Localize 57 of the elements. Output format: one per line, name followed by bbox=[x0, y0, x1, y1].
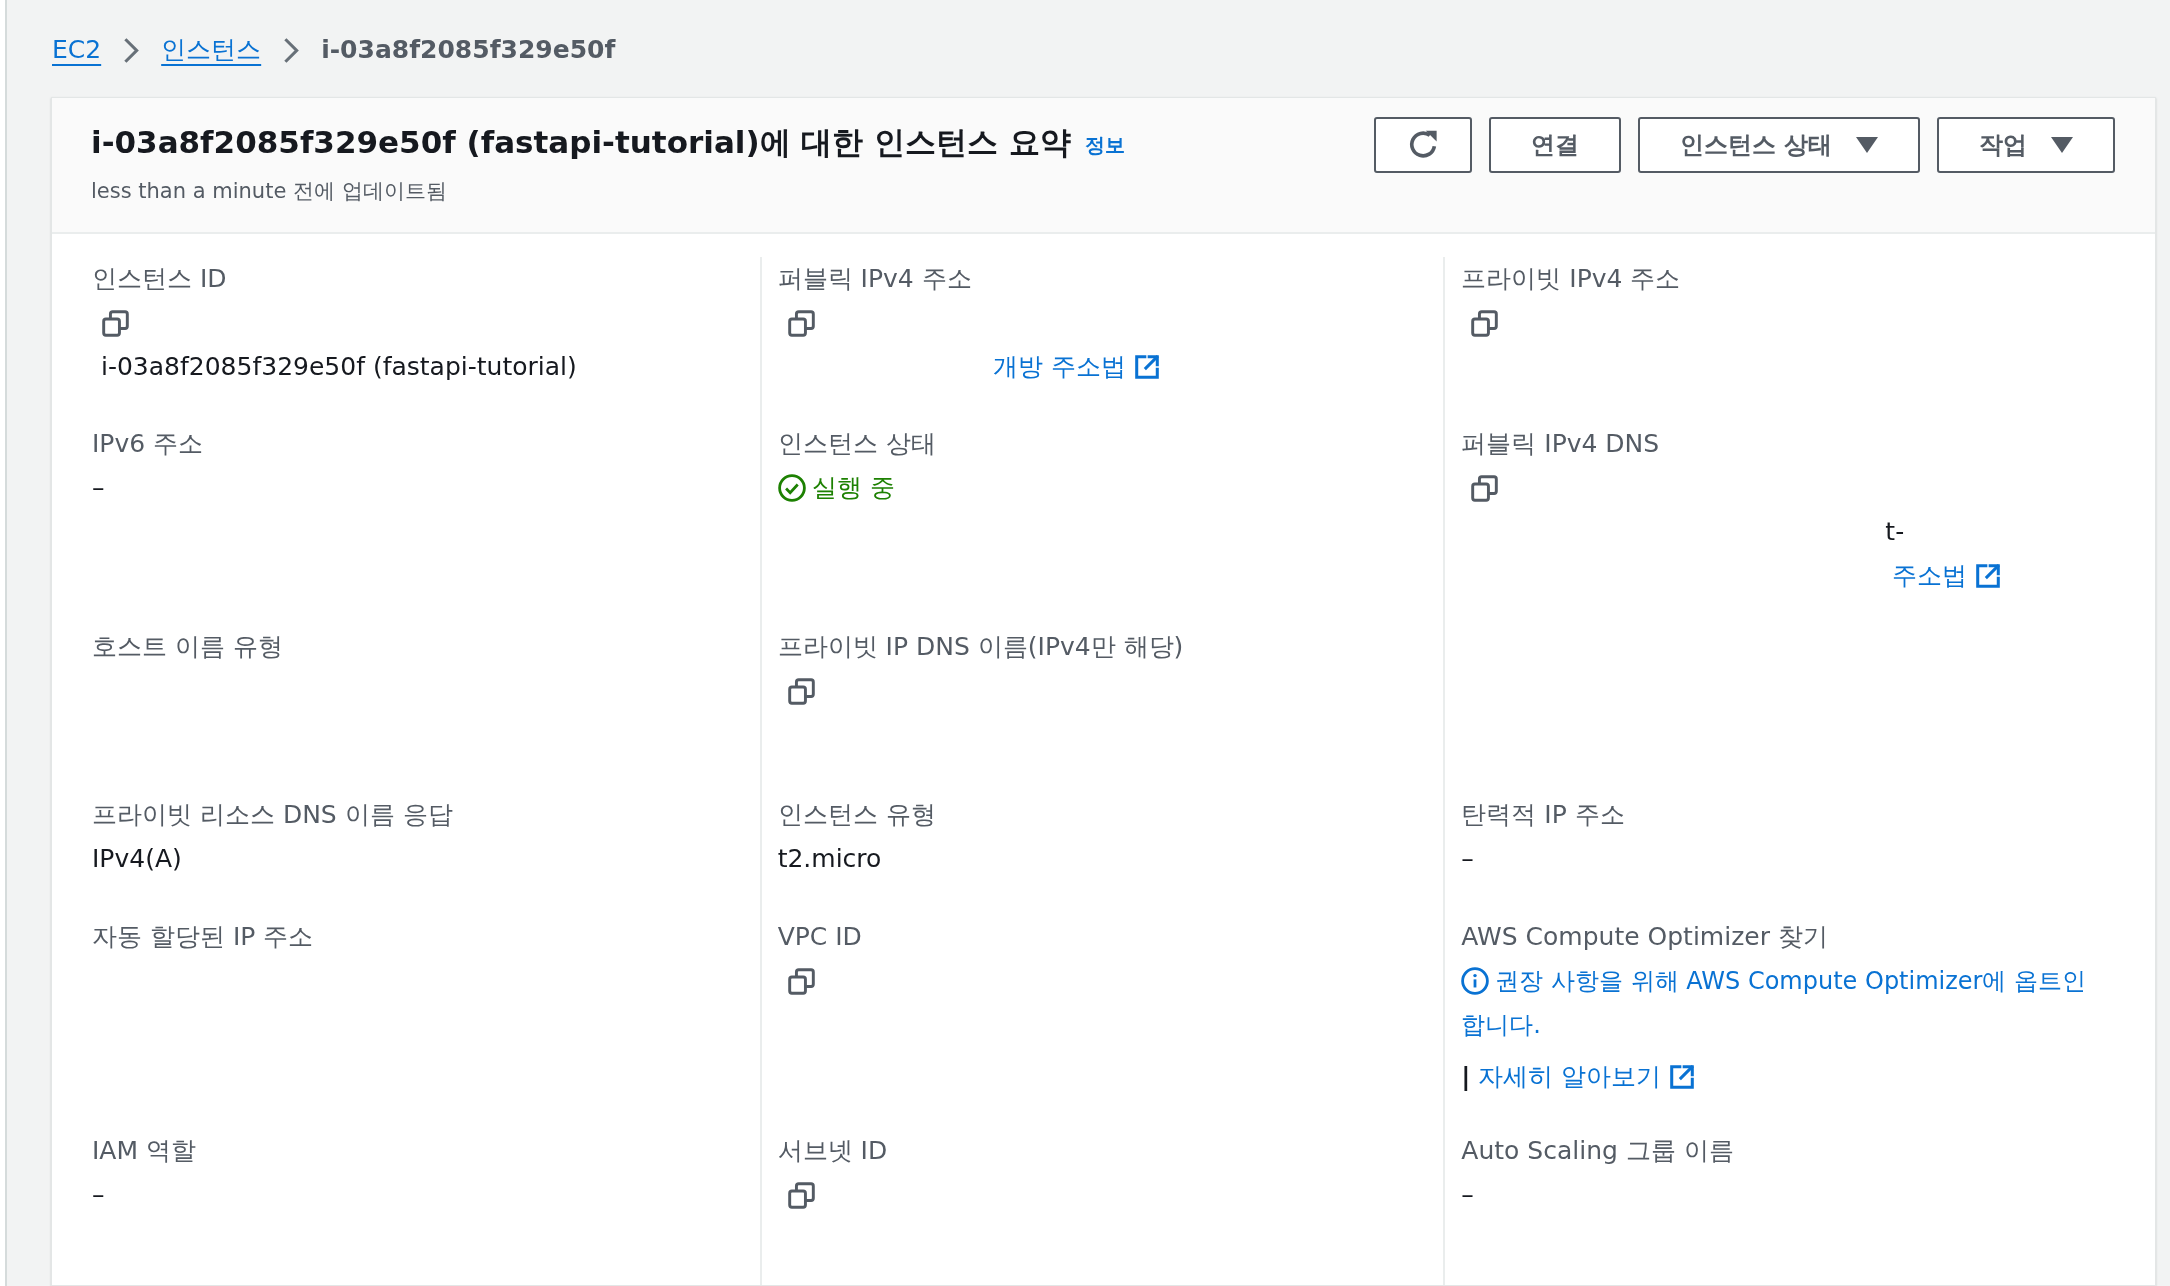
copy-icon[interactable] bbox=[787, 967, 815, 995]
field-label: 프라이빗 리소스 DNS 이름 응답 bbox=[92, 799, 453, 832]
field-value: t2.micro bbox=[777, 843, 882, 876]
field-label: 퍼블릭 IPv4 주소 bbox=[777, 263, 972, 296]
copy-icon[interactable] bbox=[102, 309, 129, 337]
chevron-right-icon bbox=[283, 36, 300, 64]
copy-icon[interactable] bbox=[1471, 309, 1499, 337]
chevron-right-icon bbox=[123, 36, 140, 64]
field-label: 탄력적 IP 주소 bbox=[1461, 799, 1625, 832]
separator-text: | bbox=[1461, 1061, 1471, 1094]
dropdown-button[interactable]: 인스턴스 상태 bbox=[1637, 117, 1920, 173]
field-value: t- bbox=[1885, 516, 1905, 549]
field-label: Auto Scaling 그룹 이름 bbox=[1461, 1135, 1734, 1168]
field-label: 인스턴스 ID bbox=[92, 263, 227, 296]
copy-icon[interactable] bbox=[1471, 474, 1499, 502]
field-label: VPC ID bbox=[777, 921, 862, 954]
external-link-icon bbox=[1669, 1064, 1696, 1090]
page-title: i-03a8f2085f329e50f (fastapi-tutorial)에 대한 인스턴스 요약 bbox=[91, 122, 1071, 162]
action-button[interactable]: 연결 bbox=[1488, 117, 1621, 173]
info-icon bbox=[1461, 967, 1490, 995]
field-label: 인스턴스 유형 bbox=[777, 799, 936, 832]
updated-text: less than a minute 전에 업데이트됨 bbox=[91, 178, 447, 206]
opt-in-link[interactable]: 권장 사항을 위해 AWS Compute Optimizer에 옵트인 합니다. bbox=[1461, 959, 2127, 1047]
field-value: – bbox=[1461, 1179, 1474, 1212]
field-label: 호스트 이름 유형 bbox=[92, 631, 283, 664]
refresh-button[interactable] bbox=[1373, 117, 1472, 173]
external-link-icon bbox=[1133, 354, 1160, 380]
dropdown-button[interactable]: 작업 bbox=[1937, 117, 2115, 173]
info-link[interactable]: 정보 bbox=[1085, 130, 1125, 160]
check-circle-icon bbox=[777, 474, 806, 502]
external-link[interactable]: 개방 주소법 bbox=[992, 348, 1160, 386]
field-label: 프라이빗 IP DNS 이름(IPv4만 해당) bbox=[777, 631, 1184, 664]
field-value: – bbox=[92, 1179, 105, 1212]
external-link-icon bbox=[1975, 563, 2002, 589]
copy-icon[interactable] bbox=[787, 677, 815, 705]
breadcrumb-link[interactable]: 인스턴스 bbox=[161, 31, 262, 69]
field-value: IPv4(A) bbox=[92, 843, 182, 876]
copy-icon[interactable] bbox=[787, 309, 815, 337]
field-label: IAM 역할 bbox=[92, 1135, 196, 1168]
field-label: AWS Compute Optimizer 찾기 bbox=[1461, 921, 1828, 954]
field-label: 인스턴스 상태 bbox=[777, 428, 936, 461]
field-label: 퍼블릭 IPv4 DNS bbox=[1461, 428, 1660, 461]
field-label: 서브넷 ID bbox=[777, 1135, 888, 1168]
breadcrumb-current: i-03a8f2085f329e50f bbox=[321, 34, 616, 67]
field-label: 프라이빗 IPv4 주소 bbox=[1461, 263, 1681, 296]
external-link[interactable]: 주소법 bbox=[1892, 557, 2002, 595]
learn-more-link[interactable]: 자세히 알아보기 bbox=[1478, 1058, 1696, 1096]
field-label: 자동 할당된 IP 주소 bbox=[92, 921, 314, 954]
field-label: IPv6 주소 bbox=[92, 428, 204, 461]
field-value: – bbox=[92, 472, 105, 505]
copy-icon[interactable] bbox=[787, 1181, 815, 1209]
field-value: i-03a8f2085f329e50f (fastapi-tutorial) bbox=[101, 351, 577, 384]
caret-down-icon bbox=[2051, 137, 2073, 153]
field-value: – bbox=[1461, 843, 1474, 876]
breadcrumb-link[interactable]: EC2 bbox=[52, 31, 102, 69]
status-text: 실행 중 bbox=[811, 472, 895, 505]
caret-down-icon bbox=[1856, 137, 1878, 153]
